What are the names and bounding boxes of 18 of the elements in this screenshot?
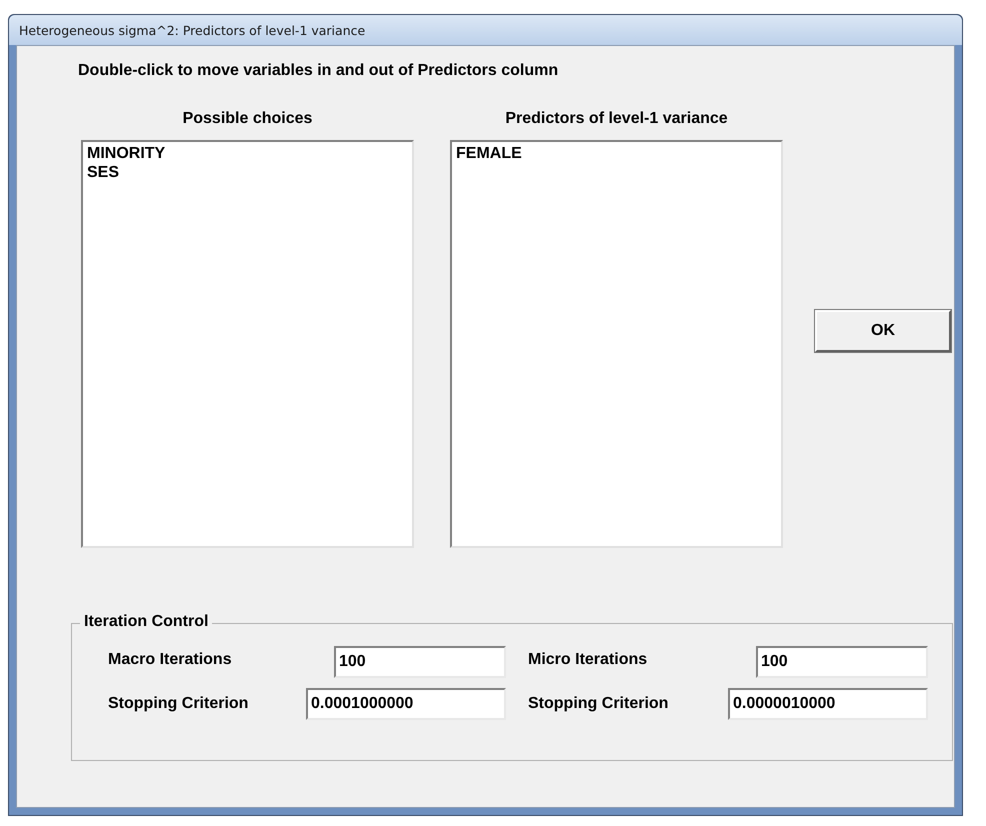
- list-box[interactable]: FEMALE: [450, 140, 783, 548]
- list-item[interactable]: FEMALE: [456, 144, 777, 163]
- list-item[interactable]: SES: [87, 163, 408, 182]
- field-label: Micro Iterations: [528, 651, 648, 669]
- input-field[interactable]: 100: [334, 646, 506, 678]
- input-field[interactable]: 0.0001000000: [306, 688, 506, 720]
- list-box[interactable]: MINORITY SES: [81, 140, 414, 548]
- instruction-text: Double-click to move variables in and out of Predictors column: [78, 62, 560, 80]
- window-title: Heterogeneous sigma^2: Predictors of level-1 variance: [19, 22, 366, 38]
- ok-button[interactable]: OK: [815, 310, 951, 352]
- list-heading: Possible choices: [182, 110, 312, 128]
- list-heading: Predictors of level-1 variance: [505, 110, 728, 128]
- field-label: Stopping Criterion: [528, 695, 668, 713]
- list-item[interactable]: MINORITY: [87, 144, 408, 163]
- input-field[interactable]: 100: [756, 646, 928, 678]
- field-label: Macro Iterations: [108, 651, 232, 669]
- input-field[interactable]: 0.0000010000: [728, 688, 928, 720]
- field-label: Stopping Criterion: [108, 695, 248, 713]
